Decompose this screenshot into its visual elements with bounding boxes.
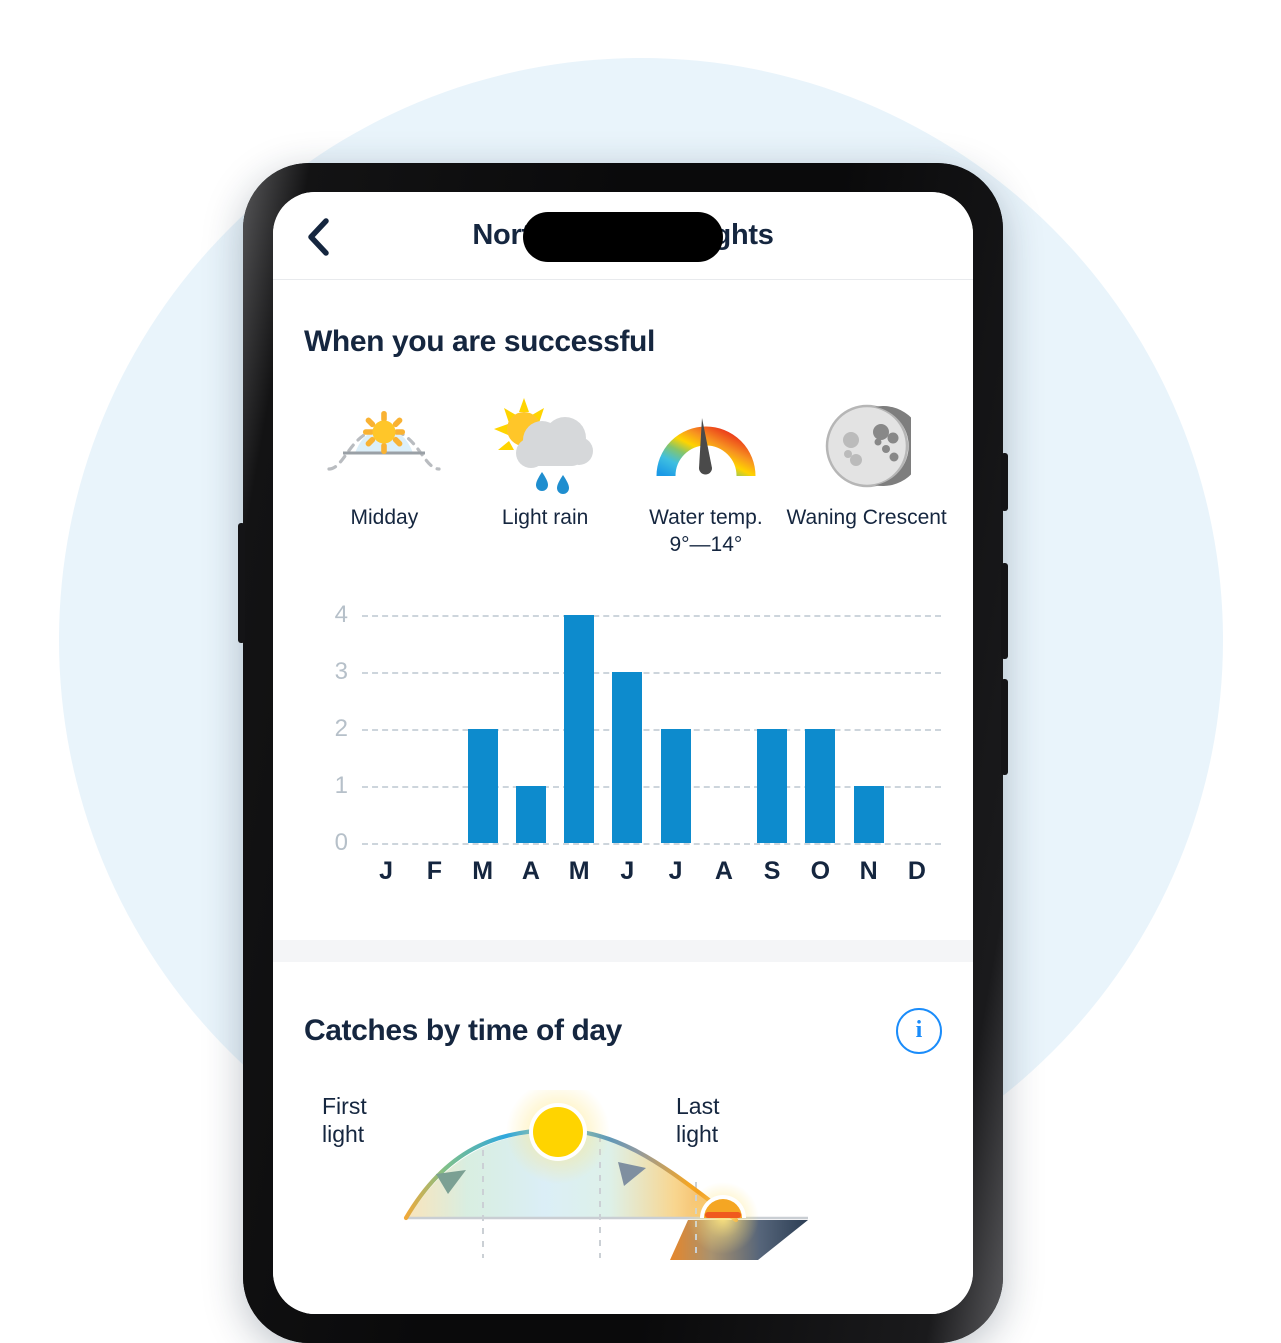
condition-label-light-rain: Light rain	[501, 506, 589, 529]
chart-bar[interactable]	[757, 728, 788, 843]
water-temp-range: 9°—14°	[669, 532, 743, 556]
chart-bar-slot[interactable]	[652, 615, 700, 843]
thermometer-gauge-icon	[656, 403, 756, 489]
chart-bars	[362, 614, 941, 843]
chart-bar[interactable]	[853, 785, 884, 843]
chart-bar-slot[interactable]	[410, 615, 458, 843]
chart-bar-slot[interactable]	[603, 615, 651, 843]
condition-label-water-temp: Water temp. 9°—14°	[649, 505, 763, 559]
back-button[interactable]	[291, 212, 345, 266]
condition-water-temp: Water temp. 9°—14°	[626, 403, 787, 559]
x-axis-tick-label: A	[521, 856, 540, 885]
phone-mockup: Northern pike insights When you are succ…	[238, 163, 1008, 1343]
sun-arc-diagram: First light Last light	[304, 1084, 942, 1260]
x-axis-tick-label: F	[426, 856, 443, 885]
volume-up-button[interactable]	[1001, 563, 1008, 659]
y-axis-tick-label: 4	[334, 600, 348, 628]
catches-header: Catches by time of day i	[304, 1007, 942, 1054]
first-light-line2: light	[322, 1120, 365, 1147]
chart-bar-slot[interactable]	[893, 615, 941, 843]
x-axis-tick-label: J	[620, 856, 635, 885]
x-axis-tick-label: M	[568, 856, 590, 885]
waning-crescent-moon-icon	[823, 403, 911, 489]
chart-bar-slot[interactable]	[796, 615, 844, 843]
chart-bar-slot[interactable]	[845, 615, 893, 843]
condition-midday: Midday	[304, 403, 465, 559]
action-button[interactable]	[1001, 453, 1008, 511]
chart-bar-slot[interactable]	[362, 615, 410, 843]
section-title-when-successful: When you are successful	[304, 325, 655, 358]
condition-label-moon-phase: Waning Crescent	[786, 506, 947, 529]
x-axis-tick-label: O	[810, 856, 831, 885]
catches-by-time-section: Catches by time of day i First light Las…	[273, 962, 973, 1260]
chart-bar-slot[interactable]	[700, 615, 748, 843]
x-axis-tick-label: J	[379, 856, 394, 885]
chart-bar[interactable]	[515, 785, 546, 843]
chart-bar[interactable]	[805, 728, 836, 843]
last-light-label: Last light	[676, 1092, 719, 1148]
screen-content: When you are successful Midday Light rai…	[273, 279, 973, 1314]
chart-bar[interactable]	[467, 728, 498, 843]
y-axis-tick-label: 2	[334, 714, 348, 742]
conditions-row: Midday Light rain Water temp. 9°—14° Wan…	[304, 398, 973, 559]
phone-screen: Northern pike insights When you are succ…	[273, 192, 973, 1314]
info-circle-icon[interactable]: i	[896, 1007, 942, 1054]
condition-label-midday: Midday	[350, 506, 419, 529]
last-light-line2: light	[676, 1120, 719, 1147]
first-light-label: First light	[322, 1092, 367, 1148]
power-button[interactable]	[238, 523, 245, 643]
chart-bar[interactable]	[660, 728, 691, 843]
chart-bar-slot[interactable]	[459, 615, 507, 843]
chart-plot-area: 0 1 2 3 4	[335, 601, 941, 856]
first-light-line1: First	[322, 1092, 367, 1119]
chart-bar[interactable]	[564, 614, 595, 843]
monthly-catches-chart: 01234 JFMAMJJASOND	[304, 601, 973, 886]
sun-behind-rain-cloud-icon	[490, 398, 600, 494]
section-title-catches-by-time: Catches by time of day	[304, 1013, 622, 1047]
chart-bar-slot[interactable]	[748, 615, 796, 843]
x-axis-tick-label: A	[714, 856, 733, 885]
y-axis-tick-label: 0	[334, 828, 348, 856]
chart-bar-slot[interactable]	[555, 614, 603, 843]
x-axis-tick-label: N	[859, 856, 878, 885]
section-separator	[273, 939, 973, 962]
gridline	[362, 842, 941, 845]
chevron-left-icon	[306, 217, 330, 262]
x-axis-tick-label: M	[472, 856, 494, 885]
y-axis-tick-label: 1	[334, 771, 348, 799]
water-temp-label: Water temp.	[649, 506, 763, 529]
when-successful-section: When you are successful Midday Light rai…	[273, 279, 973, 886]
condition-moon-phase: Waning Crescent	[786, 403, 947, 559]
dynamic-island	[523, 212, 723, 262]
midday-sun-arc-icon	[325, 403, 443, 489]
x-axis-tick-label: D	[907, 856, 926, 885]
x-axis-tick-label: J	[668, 856, 683, 885]
chart-x-axis: JFMAMJJASOND	[362, 857, 941, 886]
chart-bar-slot[interactable]	[507, 615, 555, 843]
chart-bar[interactable]	[612, 671, 643, 843]
condition-light-rain: Light rain	[465, 398, 626, 559]
last-light-line1: Last	[676, 1092, 720, 1119]
x-axis-tick-label: S	[763, 856, 781, 885]
y-axis-tick-label: 3	[334, 657, 348, 685]
volume-down-button[interactable]	[1001, 679, 1008, 775]
sun-path-graphic	[403, 1089, 808, 1260]
